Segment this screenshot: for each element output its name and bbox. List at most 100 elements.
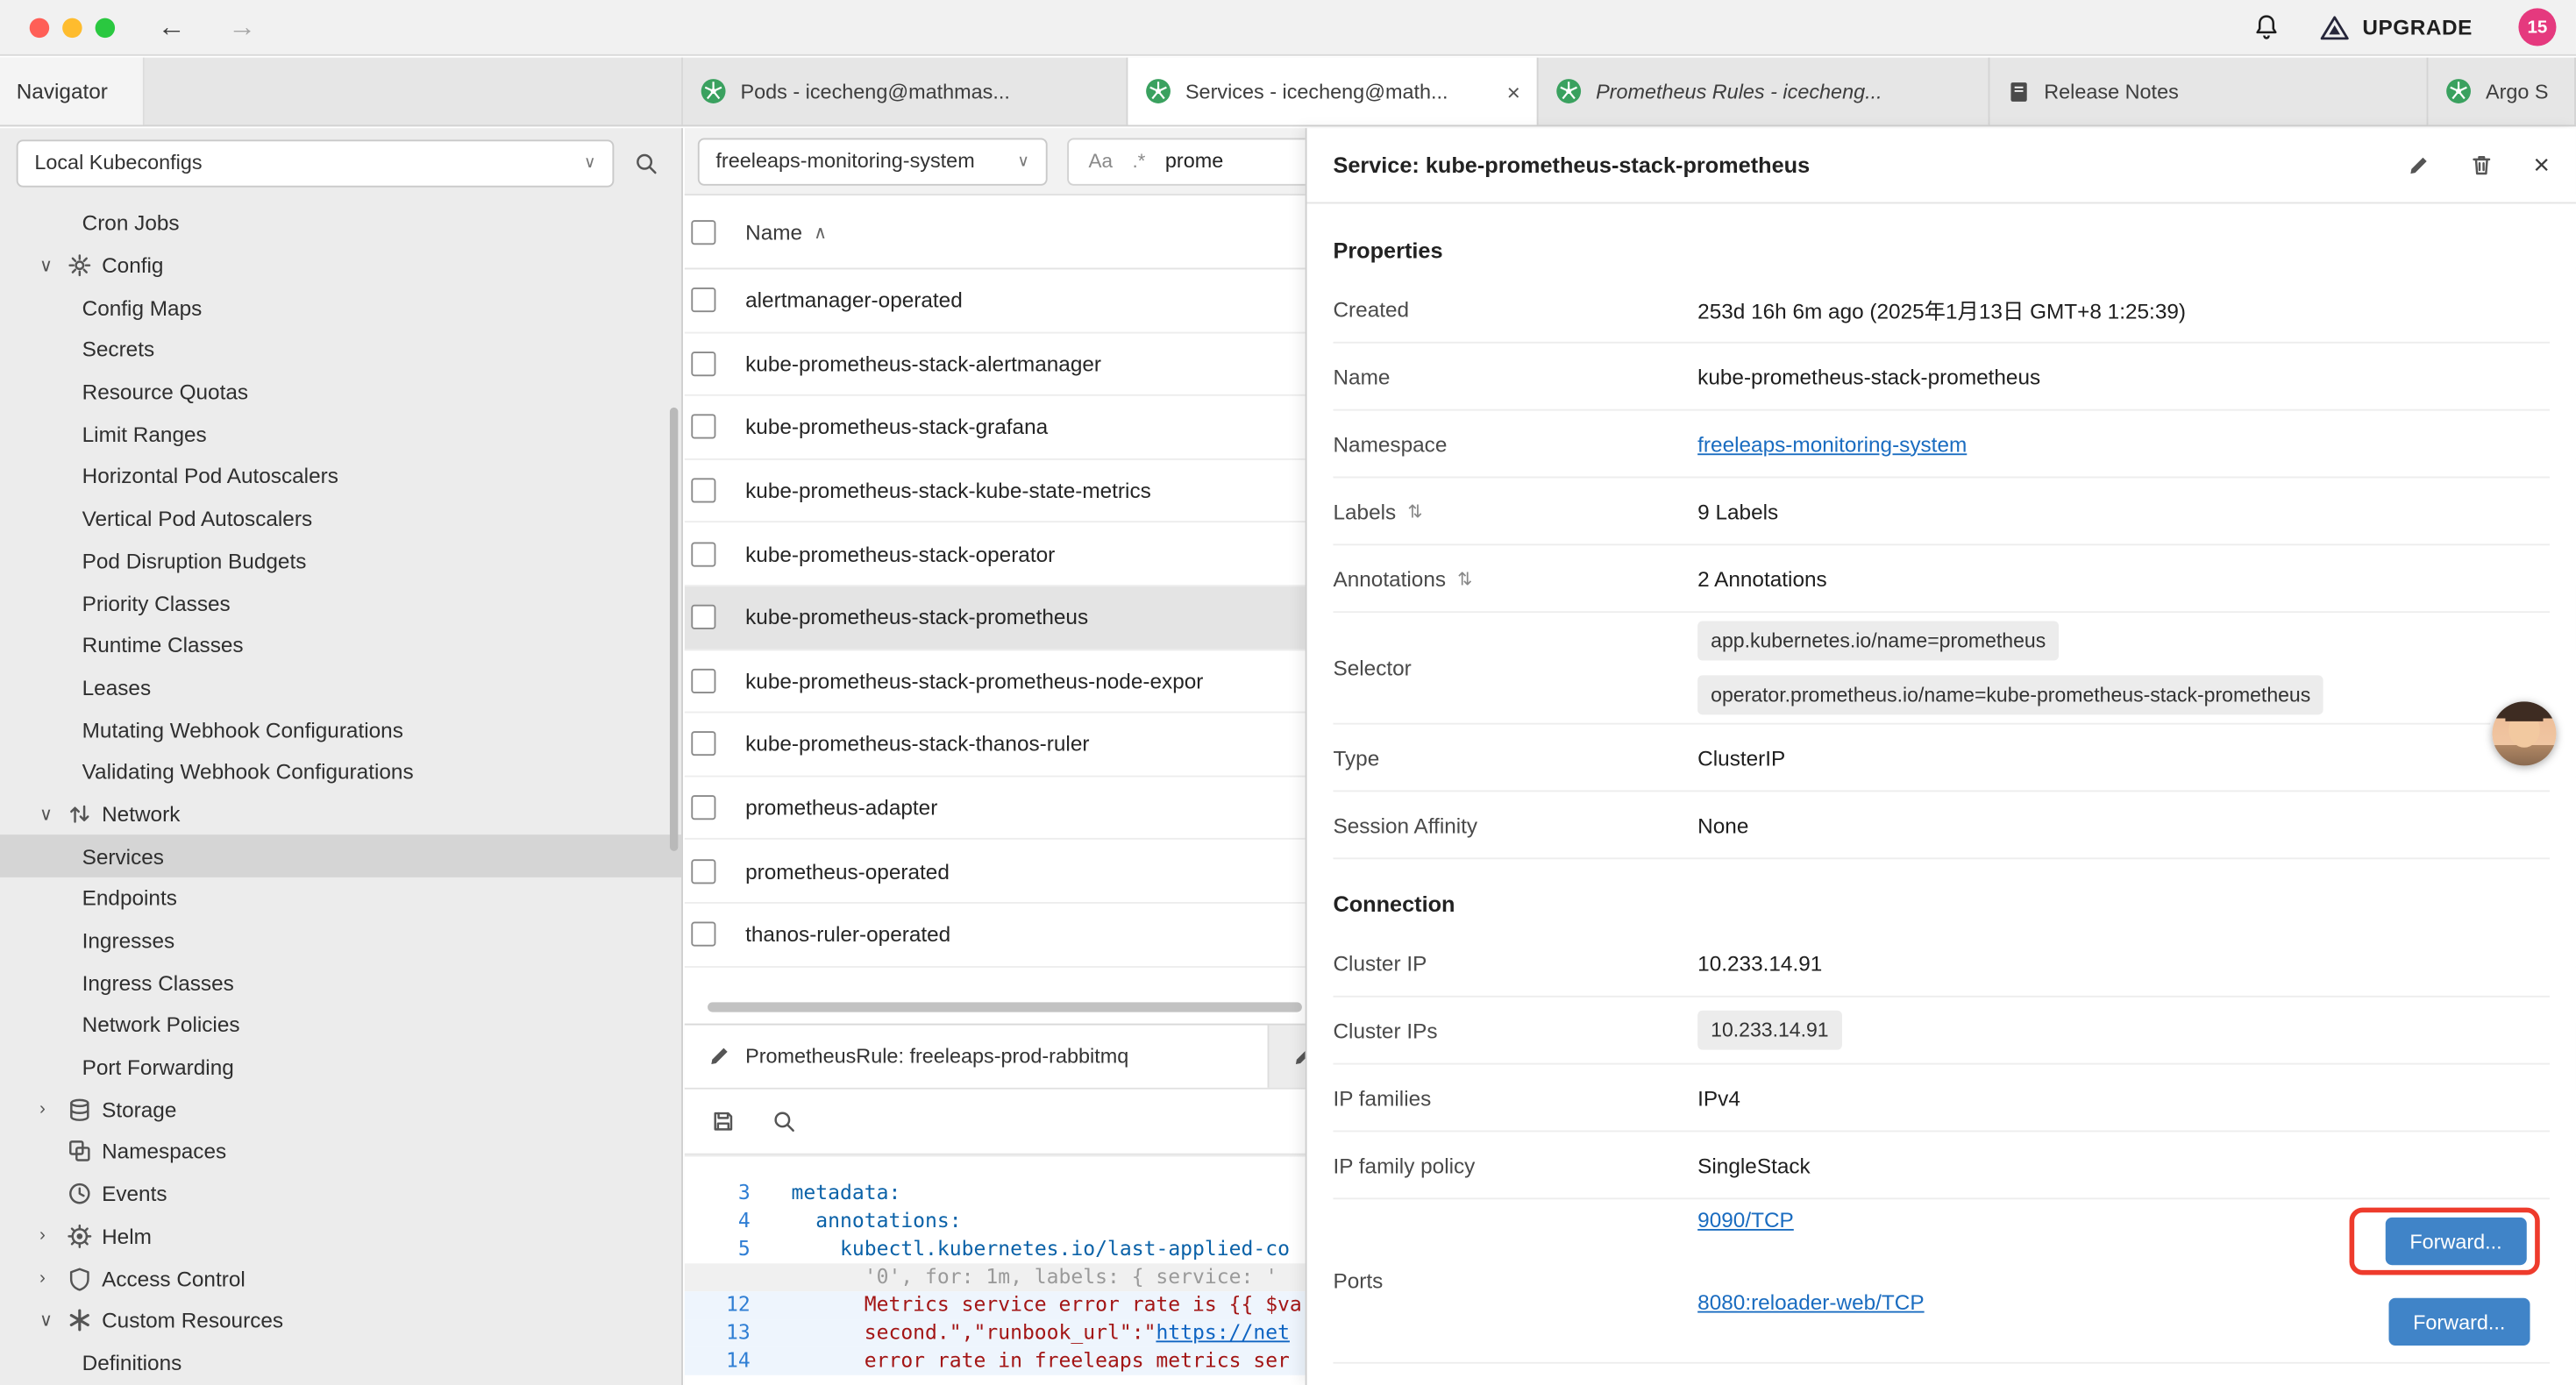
sidebar-item[interactable]: ∨ Config — [0, 245, 681, 287]
sidebar-item[interactable]: Endpoints — [0, 877, 681, 920]
assistant-avatar[interactable] — [2492, 701, 2556, 765]
editor-tab[interactable]: Argo S × — [2428, 58, 2576, 125]
sidebar-item[interactable]: Definitions — [0, 1341, 681, 1383]
line-code: annotations: — [751, 1208, 962, 1236]
navigator-sidebar: Local Kubeconfigs ∨ Cron Jobs ∨ Config C… — [0, 128, 683, 1385]
edit-pencil-icon — [708, 1045, 730, 1068]
back-button[interactable]: ← — [158, 13, 186, 41]
dock-tab-prometheusrule[interactable]: PrometheusRule: freeleaps-prod-rabbitmq — [685, 1026, 1270, 1088]
sidebar-item[interactable]: Secrets — [0, 329, 681, 371]
column-header-name[interactable]: Name ∧ — [745, 219, 827, 244]
row-checkbox[interactable] — [691, 922, 715, 947]
row-checkbox[interactable] — [691, 479, 715, 503]
port-link[interactable]: 8080:reloader-web/TCP — [1697, 1289, 1924, 1314]
sidebar-item[interactable]: Cron Jobs — [0, 202, 681, 245]
row-checkbox[interactable] — [691, 605, 715, 629]
sidebar-item[interactable]: Network Policies — [0, 1004, 681, 1046]
sidebar-item-label: Config — [102, 253, 163, 278]
row-checkbox[interactable] — [691, 352, 715, 376]
sidebar-item[interactable]: Priority Classes — [0, 582, 681, 624]
sidebar-item[interactable]: Config Maps — [0, 287, 681, 329]
sidebar-item-icon — [68, 1308, 102, 1332]
sidebar-item[interactable]: ∨ Network — [0, 793, 681, 835]
sidebar-item[interactable]: Mutating Webhook Configurations — [0, 708, 681, 750]
sidebar-item[interactable]: Services — [0, 835, 681, 877]
sidebar-item[interactable]: Limit Ranges — [0, 413, 681, 455]
port-row: 8080:reloader-web/TCP Forward... — [1697, 1289, 2550, 1353]
detail-panel: Service: kube-prometheus-stack-prometheu… — [1306, 128, 2576, 1385]
notifications-bell-icon[interactable] — [2252, 13, 2281, 41]
editor-tab[interactable]: Prometheus Rules - icecheng... × — [1539, 58, 1990, 125]
detail-row: Cluster IP ⇅ 10.233.14.91 — [1333, 930, 2550, 998]
row-checkbox[interactable] — [691, 859, 715, 884]
kubeconfig-selector[interactable]: Local Kubeconfigs ∨ — [17, 138, 615, 186]
edit-pencil-icon[interactable] — [2407, 153, 2430, 176]
navigator-panel-tab[interactable]: Navigator — [0, 58, 145, 125]
editor-tab[interactable]: Release Notes × — [1989, 58, 2428, 125]
sidebar-item[interactable]: ∨ Custom Resources — [0, 1299, 681, 1341]
sidebar-item[interactable]: Runtime Classes — [0, 624, 681, 666]
sort-toggle-icon[interactable]: ⇅ — [1407, 501, 1422, 522]
search-icon[interactable] — [634, 150, 658, 174]
upgrade-button[interactable]: UPGRADE — [2320, 14, 2473, 40]
maximize-window-button[interactable] — [96, 18, 115, 37]
row-checkbox[interactable] — [691, 732, 715, 756]
sidebar-item[interactable]: Ingress Classes — [0, 962, 681, 1004]
sidebar-scrollbar[interactable] — [670, 408, 678, 851]
row-checkbox[interactable] — [691, 542, 715, 566]
editor-tab[interactable]: Pods - icecheng@mathmas... × — [683, 58, 1128, 125]
match-case-toggle[interactable]: Aa — [1088, 150, 1113, 173]
service-name: thanos-ruler-operated — [745, 922, 950, 947]
delete-trash-icon[interactable] — [2469, 153, 2494, 177]
sidebar-item[interactable]: Namespaces — [0, 1131, 681, 1173]
property-value: IPv4 — [1697, 1085, 2550, 1110]
chevron-icon: ∨ — [39, 255, 68, 276]
service-name: prometheus-adapter — [745, 795, 937, 820]
tab-label: Services - icecheng@math... — [1185, 80, 1448, 103]
property-value: None — [1697, 813, 2550, 837]
row-checkbox[interactable] — [691, 669, 715, 693]
close-icon[interactable]: × — [2533, 151, 2550, 179]
sidebar-item[interactable]: Horizontal Pod Autoscalers — [0, 455, 681, 497]
sidebar-item-label: Cron Jobs — [82, 211, 180, 236]
close-window-button[interactable] — [30, 18, 49, 37]
sidebar-item[interactable]: Pod Disruption Budgets — [0, 540, 681, 582]
property-link[interactable]: freeleaps-monitoring-system — [1697, 431, 1967, 456]
property-label: IP families ⇅ — [1333, 1085, 1697, 1110]
row-checkbox[interactable] — [691, 288, 715, 313]
minimize-window-button[interactable] — [62, 18, 82, 37]
kubeconfig-selector-value: Local Kubeconfigs — [34, 151, 202, 174]
sort-toggle-icon[interactable]: ⇅ — [1457, 568, 1472, 589]
forward-button[interactable]: Forward... — [2385, 1218, 2527, 1265]
sidebar-item[interactable]: Resource Quotas — [0, 371, 681, 413]
namespace-filter[interactable]: freeleaps-monitoring-system ∨ — [698, 138, 1048, 185]
sidebar-item[interactable]: › Access Control — [0, 1257, 681, 1299]
sidebar-item[interactable]: Vertical Pod Autoscalers — [0, 498, 681, 540]
table-horizontal-scrollbar[interactable] — [708, 1002, 1302, 1012]
port-link[interactable]: 9090/TCP — [1697, 1208, 1794, 1232]
service-name: alertmanager-operated — [745, 288, 963, 313]
save-icon[interactable] — [711, 1109, 736, 1133]
forward-button[interactable]: Forward... — [2388, 1298, 2530, 1346]
chevron-icon: ∨ — [39, 803, 68, 824]
sidebar-item[interactable]: Ingresses — [0, 920, 681, 962]
detail-row: Namespace ⇅ freeleaps-monitoring-system — [1333, 411, 2550, 479]
notification-count-badge[interactable]: 15 — [2518, 8, 2556, 46]
select-all-checkbox[interactable] — [691, 219, 715, 244]
tab-close-icon[interactable]: × — [1507, 78, 1520, 104]
regex-toggle[interactable]: .* — [1132, 150, 1145, 173]
service-name: kube-prometheus-stack-prometheus — [745, 605, 1088, 629]
sidebar-item[interactable]: Port Forwarding — [0, 1046, 681, 1088]
search-icon[interactable] — [772, 1109, 796, 1133]
sidebar-item[interactable]: Validating Webhook Configurations — [0, 750, 681, 792]
forward-button-highlight-box: Forward... — [2349, 1208, 2540, 1275]
sidebar-item[interactable]: › Storage — [0, 1089, 681, 1131]
sidebar-item[interactable]: › Helm — [0, 1215, 681, 1257]
row-checkbox[interactable] — [691, 415, 715, 439]
row-checkbox[interactable] — [691, 795, 715, 820]
sidebar-item[interactable]: Leases — [0, 666, 681, 708]
editor-tab[interactable]: Services - icecheng@math... × — [1128, 58, 1538, 125]
forward-button[interactable]: → — [228, 13, 256, 41]
sidebar-item[interactable]: Events — [0, 1173, 681, 1215]
tab-label: Argo S — [2486, 80, 2549, 103]
